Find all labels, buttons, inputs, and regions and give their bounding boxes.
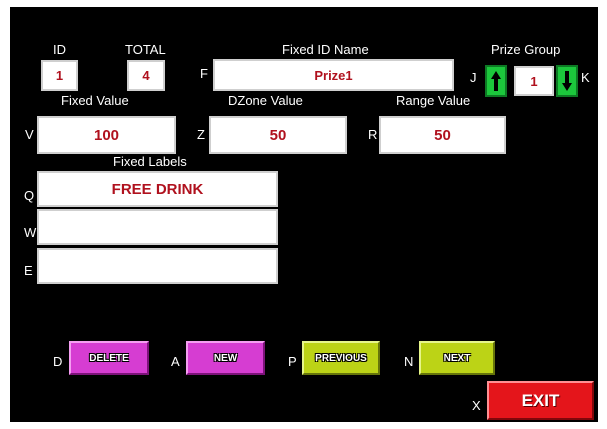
prize-group-label: Prize Group <box>491 42 561 57</box>
prize-group-field[interactable]: 1 <box>514 66 554 96</box>
key-k: K <box>581 70 590 85</box>
total-field[interactable]: 4 <box>127 60 165 91</box>
id-field[interactable]: 1 <box>41 60 78 91</box>
prize-editor-panel: ID TOTAL Fixed ID Name Prize Group 1 4 F… <box>10 7 598 422</box>
exit-button[interactable]: EXIT <box>487 381 594 420</box>
key-a: A <box>171 354 180 369</box>
id-label: ID <box>53 42 66 57</box>
new-button[interactable]: NEW <box>186 341 265 375</box>
range-value-label: Range Value <box>396 93 471 108</box>
dzone-value-field[interactable]: 50 <box>209 116 347 154</box>
fixed-label-1-field[interactable]: FREE DRINK <box>37 171 278 207</box>
fixed-id-name-field[interactable]: Prize1 <box>213 59 454 91</box>
key-d: D <box>53 354 63 369</box>
key-z: Z <box>197 127 205 142</box>
key-f: F <box>200 66 208 81</box>
key-r: R <box>368 127 378 142</box>
key-n: N <box>404 354 414 369</box>
range-value-field[interactable]: 50 <box>379 116 506 154</box>
fixed-labels-label: Fixed Labels <box>113 154 187 169</box>
key-e: E <box>24 263 33 278</box>
fixed-id-name-label: Fixed ID Name <box>282 42 369 57</box>
key-q: Q <box>24 188 35 203</box>
fixed-label-3-field[interactable] <box>37 248 278 284</box>
dzone-value-label: DZone Value <box>228 93 303 108</box>
arrow-down-icon <box>562 71 572 91</box>
arrow-up-icon <box>491 71 501 91</box>
fixed-value-label: Fixed Value <box>61 93 129 108</box>
key-p: P <box>288 354 297 369</box>
next-button[interactable]: NEXT <box>419 341 495 375</box>
key-w: W <box>24 225 37 240</box>
delete-button[interactable]: DELETE <box>69 341 149 375</box>
key-x: X <box>472 398 481 413</box>
key-j: J <box>470 70 477 85</box>
prize-group-up-button[interactable] <box>485 65 507 97</box>
previous-button[interactable]: PREVIOUS <box>302 341 380 375</box>
fixed-value-field[interactable]: 100 <box>37 116 176 154</box>
screen: ID TOTAL Fixed ID Name Prize Group 1 4 F… <box>0 0 607 429</box>
key-v: V <box>25 127 34 142</box>
total-label: TOTAL <box>125 42 166 57</box>
fixed-label-2-field[interactable] <box>37 209 278 245</box>
prize-group-down-button[interactable] <box>556 65 578 97</box>
